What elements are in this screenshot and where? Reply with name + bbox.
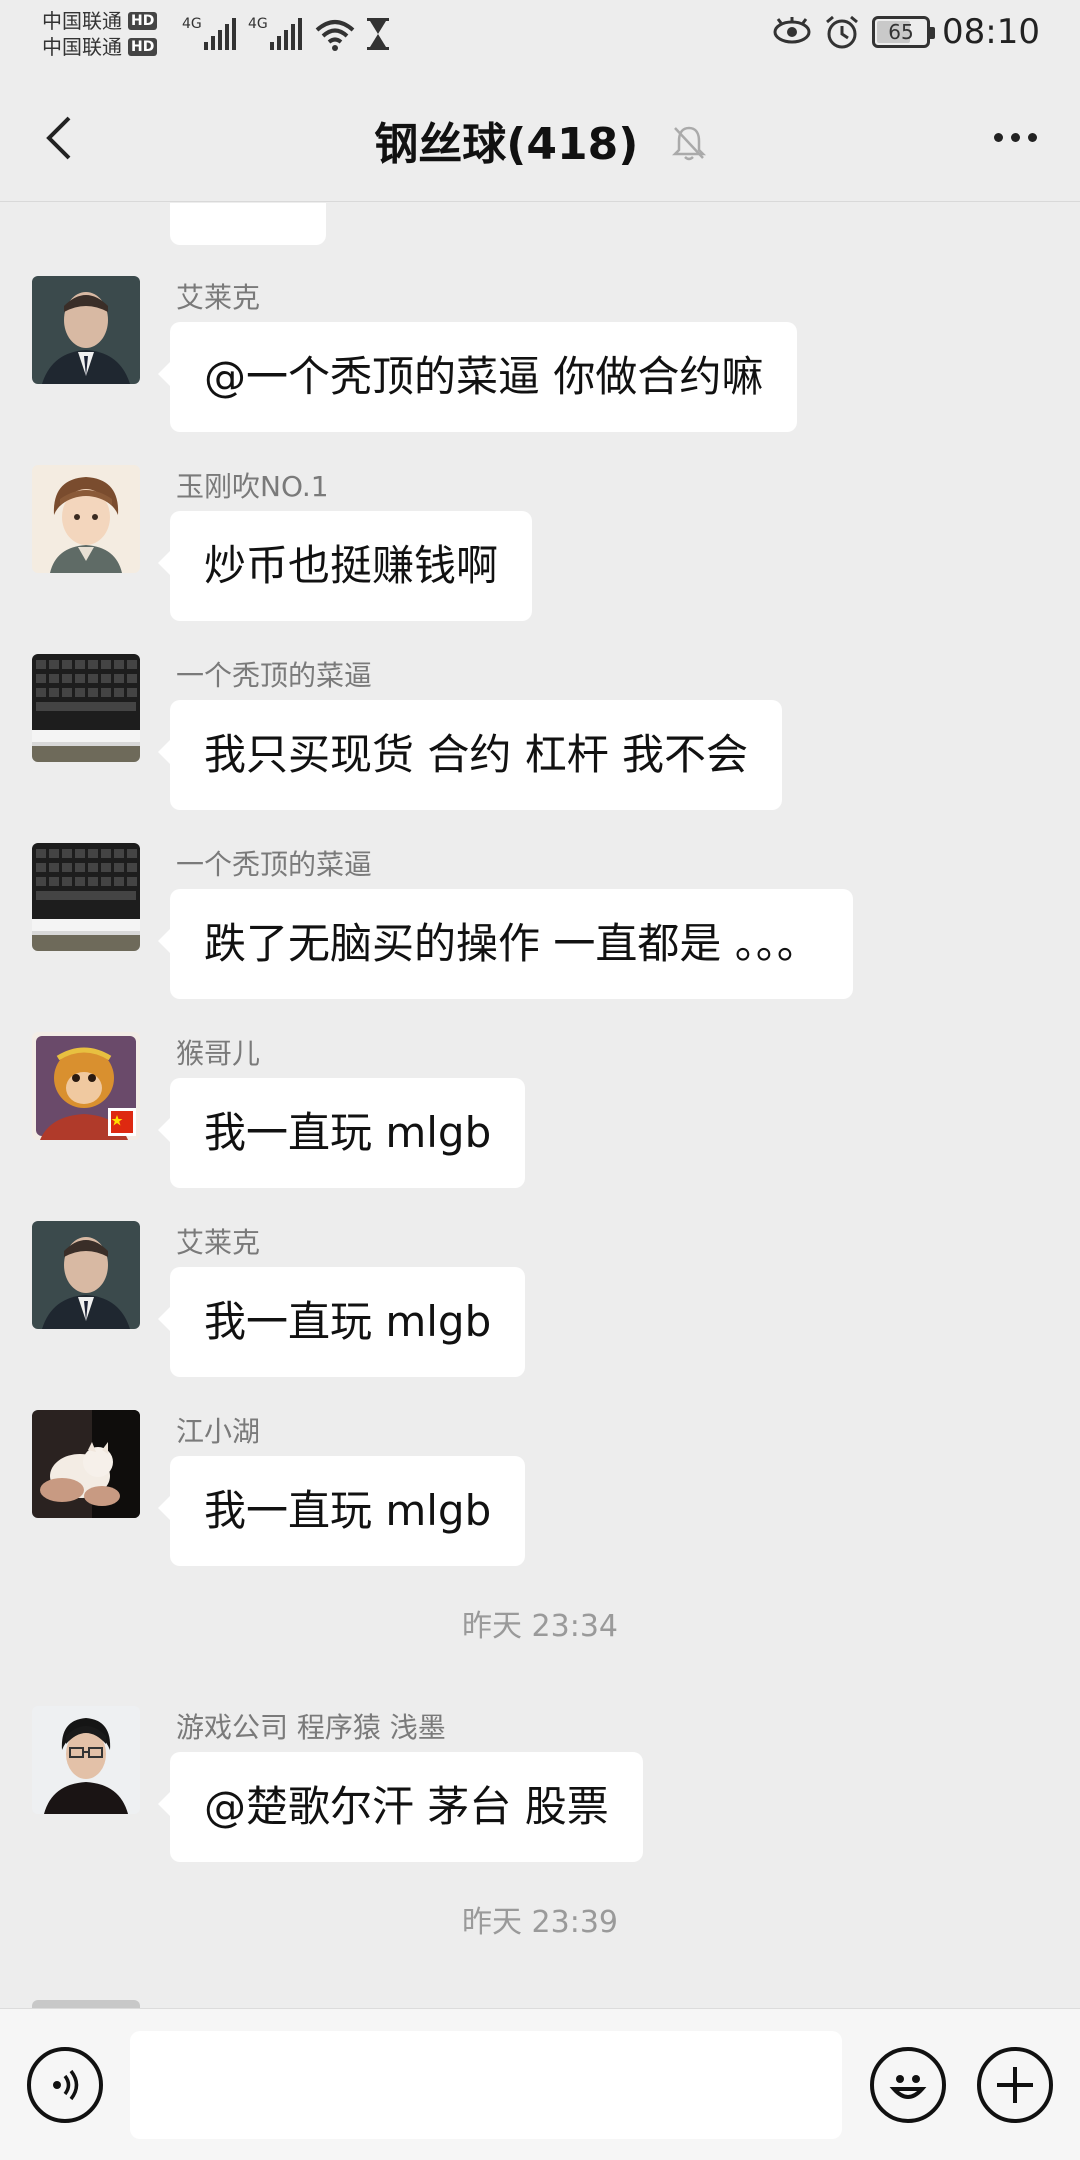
timestamp: 昨天 23:34 [462,1609,618,1644]
sender-name: 一个秃顶的菜逼 [176,848,373,881]
status-bar: 中国联通 HD 中国联通 HD 4G 4G 65 08:10 [0,0,1080,72]
chat-header: 钢丝球(418) [0,72,1080,202]
message-bubble[interactable]: @楚歌尔汗 茅台 股票 [158,1752,643,1862]
more-dot [1027,132,1037,142]
more-dots-icon [993,132,1003,142]
hd-badge: HD [128,12,158,30]
signal-icon: 4G [248,16,302,50]
sender-name: 艾莱克 [176,1226,261,1259]
sender-name: 一个秃顶的菜逼 [176,659,373,692]
avatar[interactable] [32,1221,140,1329]
battery-icon: 65 [872,16,936,48]
timestamp: 昨天 23:39 [462,1905,618,1940]
hourglass-icon [367,18,389,50]
avatar[interactable] [32,843,140,951]
signal-icon: 4G [182,16,236,50]
avatar[interactable] [32,276,140,384]
wifi-icon [315,20,355,51]
sender-name: 江小湖 [176,1415,261,1448]
clock-time: 08:10 [942,12,1040,52]
more-button[interactable] [980,112,1050,162]
hd-badge: HD [128,38,158,56]
more-dot [1010,132,1020,142]
chat-title: 钢丝球(418) [374,119,639,170]
avatar[interactable] [32,465,140,573]
avatar[interactable] [32,1706,140,1814]
message-bubble[interactable]: @一个秃顶的菜逼 你做合约嘛 [157,322,798,432]
alarm-icon [826,15,858,49]
sender-name: 猴哥儿 [176,1037,261,1070]
message-bubble[interactable]: 跌了无脑买的操作 一直都是 。。。 [158,889,853,999]
chat-title-container: 钢丝球(418) [0,108,1080,173]
previous-message-bubble [170,203,326,245]
message-input[interactable] [130,2031,842,2139]
message-bubble[interactable]: 我一直玩 mlgb [157,1078,526,1188]
message-bubble[interactable]: 我一直玩 mlgb [157,1456,526,1566]
network-type-2: 4G [248,16,268,32]
carrier-1-label: 中国联通 [42,9,122,33]
input-bar [0,2008,1080,2160]
voice-icon [53,2069,79,2101]
carrier-2-label: 中国联通 [42,35,122,59]
next-avatar [32,2000,140,2008]
plus-icon [997,2067,1033,2103]
message-bubble[interactable]: 炒币也挺赚钱啊 [157,511,533,621]
voice-button[interactable] [27,2047,103,2123]
emoji-icon [889,2075,927,2099]
battery-level: 65 [888,20,914,44]
sender-name: 游戏公司 程序猿 浅墨 [176,1711,446,1744]
emoji-button[interactable] [870,2047,946,2123]
message-bubble[interactable]: 我只买现货 合约 杠杆 我不会 [157,700,783,810]
message-bubble[interactable]: 我一直玩 mlgb [157,1267,526,1377]
avatar[interactable] [32,654,140,762]
eye-icon [773,17,811,44]
carrier-info: 中国联通 HD 中国联通 HD [42,8,158,60]
message-list[interactable]: 艾莱克 @一个秃顶的菜逼 你做合约嘛 玉刚吹NO.1 炒币也挺赚钱啊 一个秃顶的… [0,203,1080,2008]
bell-off-icon [671,122,706,173]
sender-name: 艾莱克 [176,281,261,314]
plus-button[interactable] [977,2047,1053,2123]
network-type-1: 4G [182,16,202,32]
avatar[interactable] [32,1032,140,1140]
sender-name: 玉刚吹NO.1 [176,470,329,503]
avatar[interactable] [32,1410,140,1518]
